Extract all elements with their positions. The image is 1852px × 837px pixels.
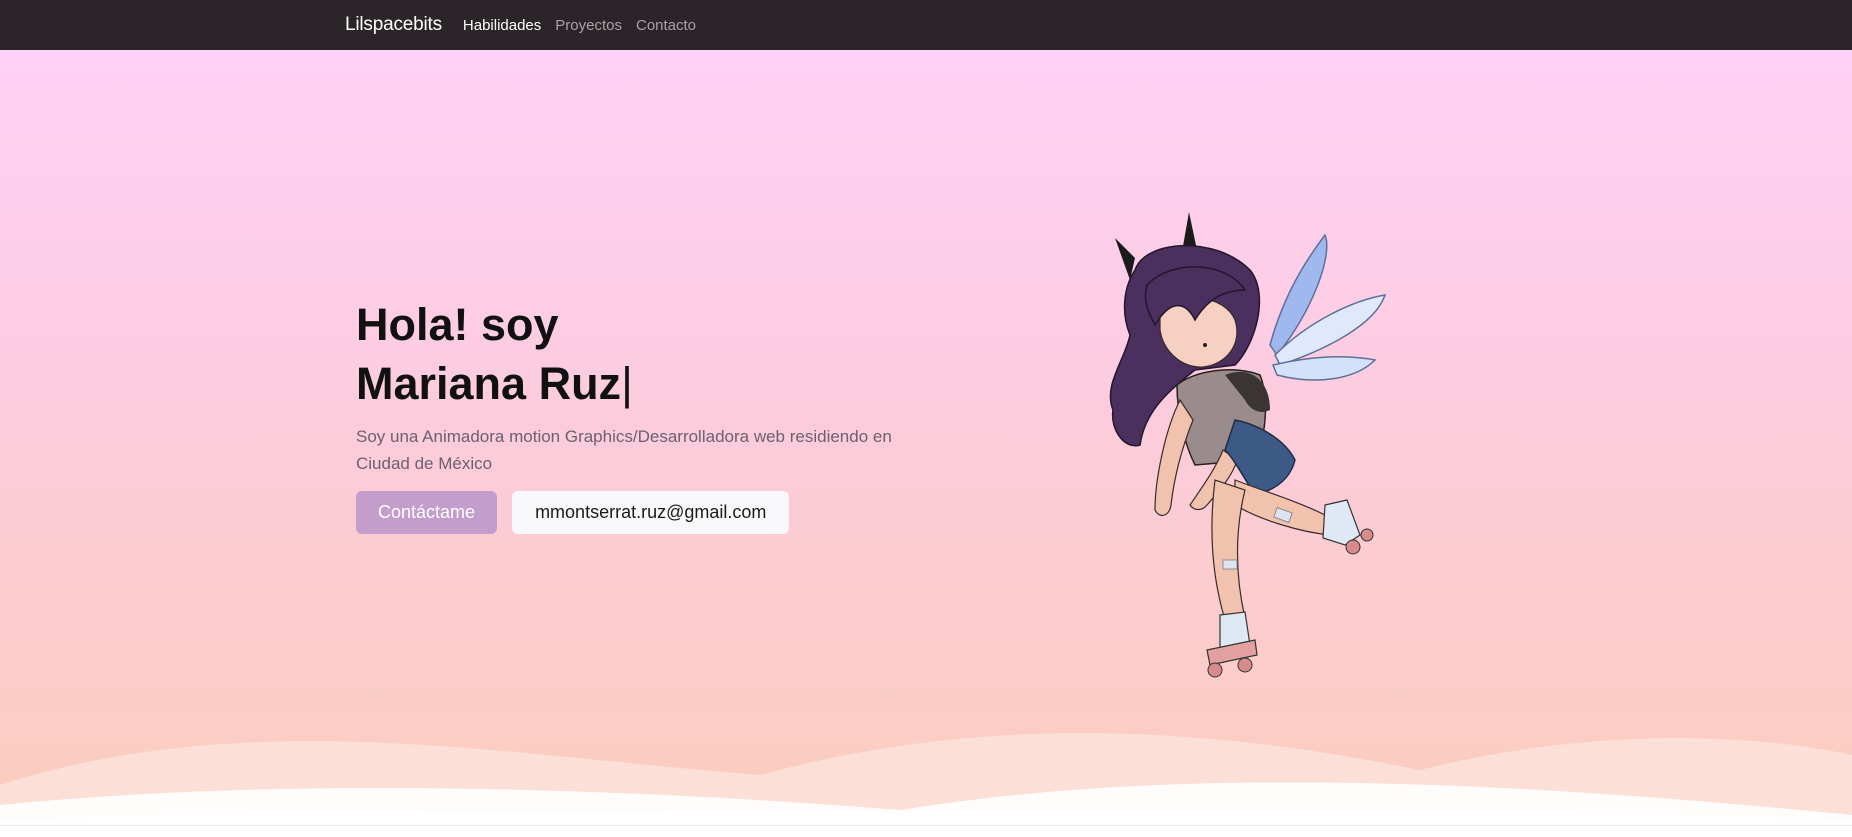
hero-name: Mariana Ruz bbox=[356, 358, 622, 409]
nav-link-proyectos[interactable]: Proyectos bbox=[555, 17, 622, 34]
hero-title: Hola! soy Mariana Ruz| bbox=[356, 295, 916, 413]
brand-link[interactable]: Lilspacebits bbox=[345, 14, 442, 36]
nav-link-habilidades[interactable]: Habilidades bbox=[463, 17, 541, 34]
nav-inner: Lilspacebits Habilidades Proyectos Conta… bbox=[345, 0, 710, 50]
email-button[interactable]: mmontserrat.ruz@gmail.com bbox=[512, 491, 790, 534]
nav-link-contacto[interactable]: Contacto bbox=[636, 17, 696, 34]
skate-left bbox=[1206, 611, 1258, 678]
fairy-girl-illustration bbox=[1109, 212, 1387, 678]
hero-section: Hola! soy Mariana Ruz| Soy una Animadora… bbox=[0, 50, 1852, 825]
hero-description: Soy una Animadora motion Graphics/Desarr… bbox=[356, 427, 892, 473]
bottom-waves bbox=[0, 733, 1852, 825]
arm-left bbox=[1154, 398, 1194, 517]
leg-back bbox=[1234, 479, 1331, 536]
hero-title-line2: Mariana Ruz| bbox=[356, 354, 916, 413]
hero-buttons: Contáctame mmontserrat.ruz@gmail.com bbox=[356, 491, 916, 534]
skate-right bbox=[1322, 499, 1374, 555]
typing-cursor: | bbox=[621, 358, 633, 409]
navbar: Lilspacebits Habilidades Proyectos Conta… bbox=[0, 0, 1852, 50]
hero-text: Hola! soy Mariana Ruz| Soy una Animadora… bbox=[356, 295, 916, 534]
leg-front bbox=[1211, 479, 1246, 621]
hero-title-line1: Hola! soy bbox=[356, 299, 559, 350]
contact-button[interactable]: Contáctame bbox=[356, 491, 498, 534]
wings bbox=[1269, 233, 1387, 381]
section-divider bbox=[0, 825, 1852, 826]
